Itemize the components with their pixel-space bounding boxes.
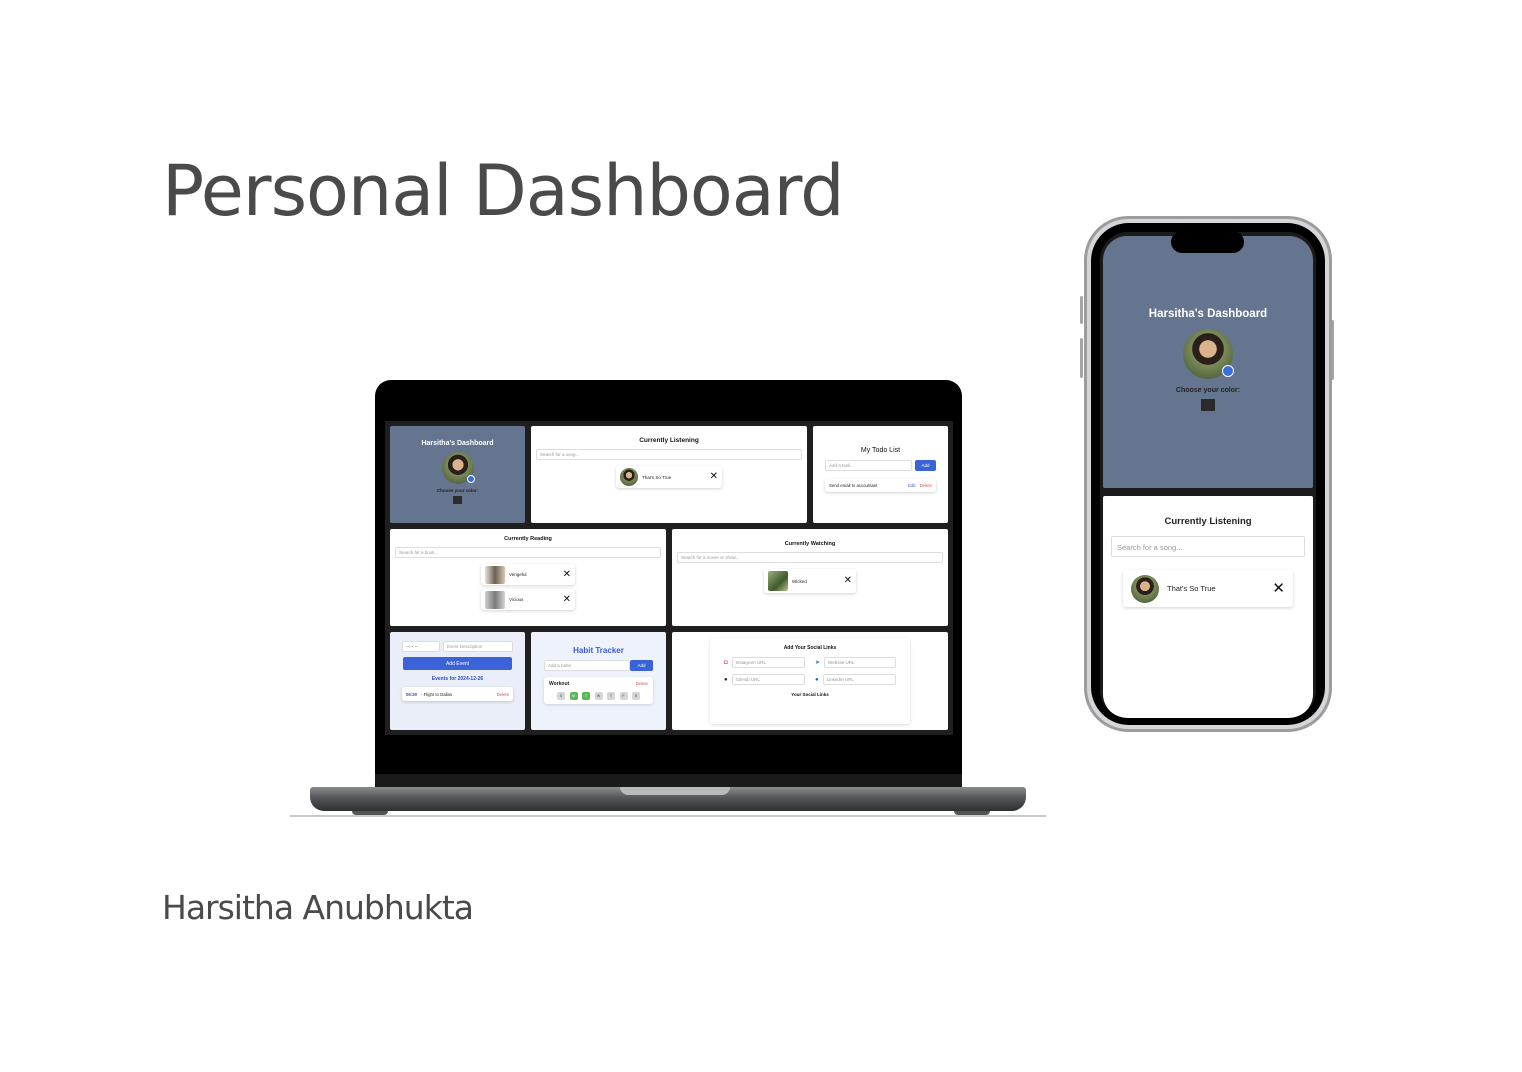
book-name: Vengeful [509, 572, 527, 577]
habit-day-toggle[interactable]: T [582, 692, 590, 700]
event-time: 06:30 [406, 691, 417, 697]
laptop-shadow [290, 815, 1046, 817]
close-icon[interactable]: ✕ [844, 576, 852, 586]
profile-card: Harsitha's Dashboard Choose your color: [390, 426, 525, 523]
social-title: Add Your Social Links [783, 645, 837, 651]
habit-day-toggle[interactable]: S [557, 692, 565, 700]
close-icon[interactable]: ✕ [563, 569, 571, 580]
list-item: Vengeful ✕ [481, 564, 575, 585]
linkedin-icon: ● [815, 676, 819, 683]
events-heading: Events for 2024-12-26 [431, 676, 484, 682]
color-swatch[interactable] [453, 496, 462, 504]
album-art [1131, 574, 1159, 603]
delete-event-button[interactable]: Delete [497, 692, 509, 697]
page-title: Personal Dashboard [162, 150, 845, 232]
dashboard-heading: Harsitha's Dashboard [421, 440, 494, 447]
habit-days: SMTWTFS [549, 692, 648, 700]
list-item: That's So True ✕ [616, 466, 722, 488]
instagram-icon: ◘ [724, 659, 728, 666]
song-search-input[interactable]: Search for a song... [536, 449, 802, 460]
movie-poster [768, 571, 788, 591]
movie-name: Wicked [792, 578, 807, 584]
task-input[interactable]: Add a task... [825, 460, 912, 471]
social-footer: Your Social Links [791, 692, 829, 697]
reading-title: Currently Reading [504, 536, 552, 542]
event-description-input[interactable]: Event Description [443, 641, 513, 652]
habit-name: Workout [549, 681, 570, 687]
author-name: Harsitha Anubhukta [162, 888, 474, 927]
dynamic-island [1171, 231, 1244, 253]
linkedin-input[interactable]: LinkedIn URL [822, 674, 896, 685]
song-name: That's So True [642, 474, 672, 480]
watching-title: Currently Watching [784, 541, 836, 547]
habit-day-toggle[interactable]: M [569, 692, 578, 700]
habit-day-toggle[interactable]: S [632, 692, 640, 700]
github-input[interactable]: GitHub URL [731, 674, 805, 685]
edit-button[interactable]: Edit [908, 483, 915, 488]
phone-choose-color-label: Choose your color: [1175, 387, 1241, 394]
book-cover [485, 565, 505, 584]
phone-screen: Harsitha's Dashboard Choose your color: … [1100, 232, 1316, 718]
habit-title: Habit Tracker [573, 646, 624, 655]
events-card: --:-- -- Event Description Add Event Eve… [390, 632, 525, 730]
close-icon[interactable]: ✕ [1272, 581, 1285, 596]
add-task-button[interactable]: Add [915, 460, 936, 471]
habit-item: Workout Delete SMTWTFS [544, 677, 653, 704]
habit-day-toggle[interactable]: F [619, 692, 628, 700]
phone-song-search-input[interactable]: Search for a song... [1111, 536, 1305, 557]
movie-search-input[interactable]: Search for a movie or show... [677, 552, 943, 563]
add-habit-button[interactable]: Add [630, 660, 653, 671]
habit-input[interactable]: Add a habit [544, 660, 630, 671]
list-item: Wicked ✕ [764, 569, 856, 593]
event-text: - Flight to Dallas [421, 691, 453, 697]
habit-card: Habit Tracker Add a habit Add Workout De… [531, 632, 666, 730]
instagram-input[interactable]: Instagram URL [731, 657, 805, 668]
watching-card: Currently Watching Search for a movie or… [672, 529, 948, 626]
list-item: 06:30 - Flight to Dallas Delete [402, 687, 513, 701]
listening-card: Currently Listening Search for a song...… [531, 426, 807, 523]
phone-song-name: That's So True [1167, 584, 1216, 593]
website-input[interactable]: Website URL [824, 657, 896, 668]
github-icon: ● [724, 676, 728, 683]
close-icon[interactable]: ✕ [563, 594, 571, 605]
phone-profile-card: Harsitha's Dashboard Choose your color: [1103, 236, 1313, 488]
book-name: Vicious [509, 597, 524, 602]
phone-listening-title: Currently Listening [1164, 516, 1252, 527]
laptop-chin [375, 774, 962, 788]
camera-icon[interactable] [1222, 365, 1234, 377]
phone-listening-card: Currently Listening Search for a song...… [1103, 496, 1313, 718]
phone-dashboard-heading: Harsitha's Dashboard [1148, 308, 1268, 320]
list-item: Vicious ✕ [481, 589, 575, 610]
habit-day-toggle[interactable]: T [607, 692, 615, 700]
todo-title: My Todo List [860, 447, 901, 454]
book-cover [485, 590, 505, 609]
dashboard-grid: Harsitha's Dashboard Choose your color: … [390, 426, 948, 730]
reading-card: Currently Reading Search for a book... V… [390, 529, 666, 626]
todo-card: My Todo List Add a task... Add Send emai… [813, 426, 948, 523]
delete-habit-button[interactable]: Delete [636, 681, 648, 687]
close-icon[interactable]: ✕ [710, 472, 718, 482]
list-item: Send email to accountant Edit Delete [825, 479, 936, 492]
habit-day-toggle[interactable]: W [594, 692, 603, 700]
camera-icon[interactable] [466, 475, 475, 483]
send-icon: ➤ [815, 660, 821, 666]
task-text: Send email to accountant [829, 483, 878, 488]
listening-title: Currently Listening [639, 437, 699, 444]
laptop-notch [620, 787, 730, 795]
social-card: Add Your Social Links ◘ Instagram URL ➤ … [672, 632, 948, 730]
phone-list-item: That's So True ✕ [1123, 570, 1293, 607]
phone-color-swatch[interactable] [1201, 399, 1215, 411]
choose-color-label: Choose your color: [436, 488, 479, 493]
time-input[interactable]: --:-- -- [402, 641, 440, 652]
album-art [620, 468, 638, 486]
delete-button[interactable]: Delete [920, 483, 932, 488]
laptop-screen: Harsitha's Dashboard Choose your color: … [385, 421, 953, 735]
add-event-button[interactable]: Add Event [403, 657, 512, 670]
book-search-input[interactable]: Search for a book... [395, 547, 661, 558]
